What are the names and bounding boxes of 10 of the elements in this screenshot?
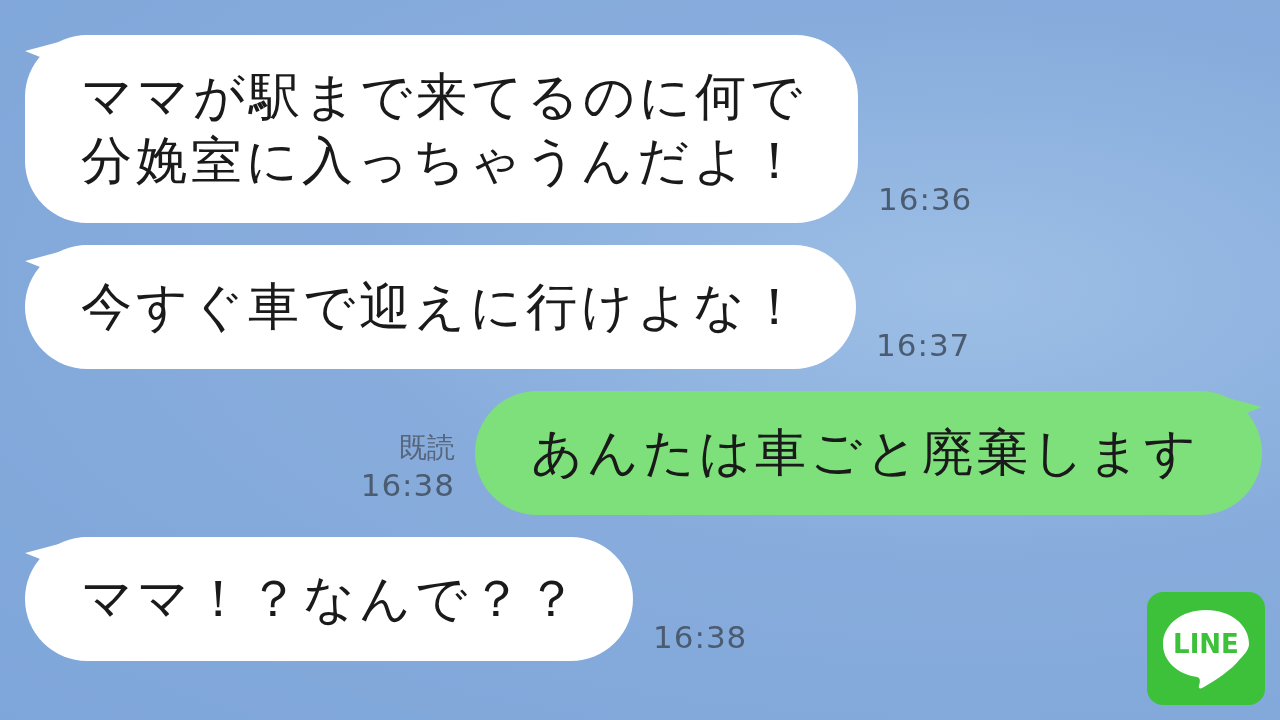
timestamp: 16:37 bbox=[876, 327, 971, 363]
message-bubble: ママ！？なんで？？ bbox=[25, 537, 633, 661]
timestamp: 16:38 bbox=[653, 619, 748, 655]
message-bubble: 今すぐ車で迎えに行けよな！ bbox=[25, 245, 856, 369]
timestamp: 16:38 bbox=[360, 467, 455, 503]
message-bubble: ママが駅まで来てるのに何で 分娩室に入っちゃうんだよ！ bbox=[25, 35, 858, 223]
logo-text: LINE bbox=[1173, 628, 1239, 659]
message-bubble: あんたは車ごと廃棄します bbox=[475, 391, 1262, 515]
read-receipt: 既読 bbox=[399, 430, 455, 466]
timestamp: 16:36 bbox=[878, 181, 973, 217]
